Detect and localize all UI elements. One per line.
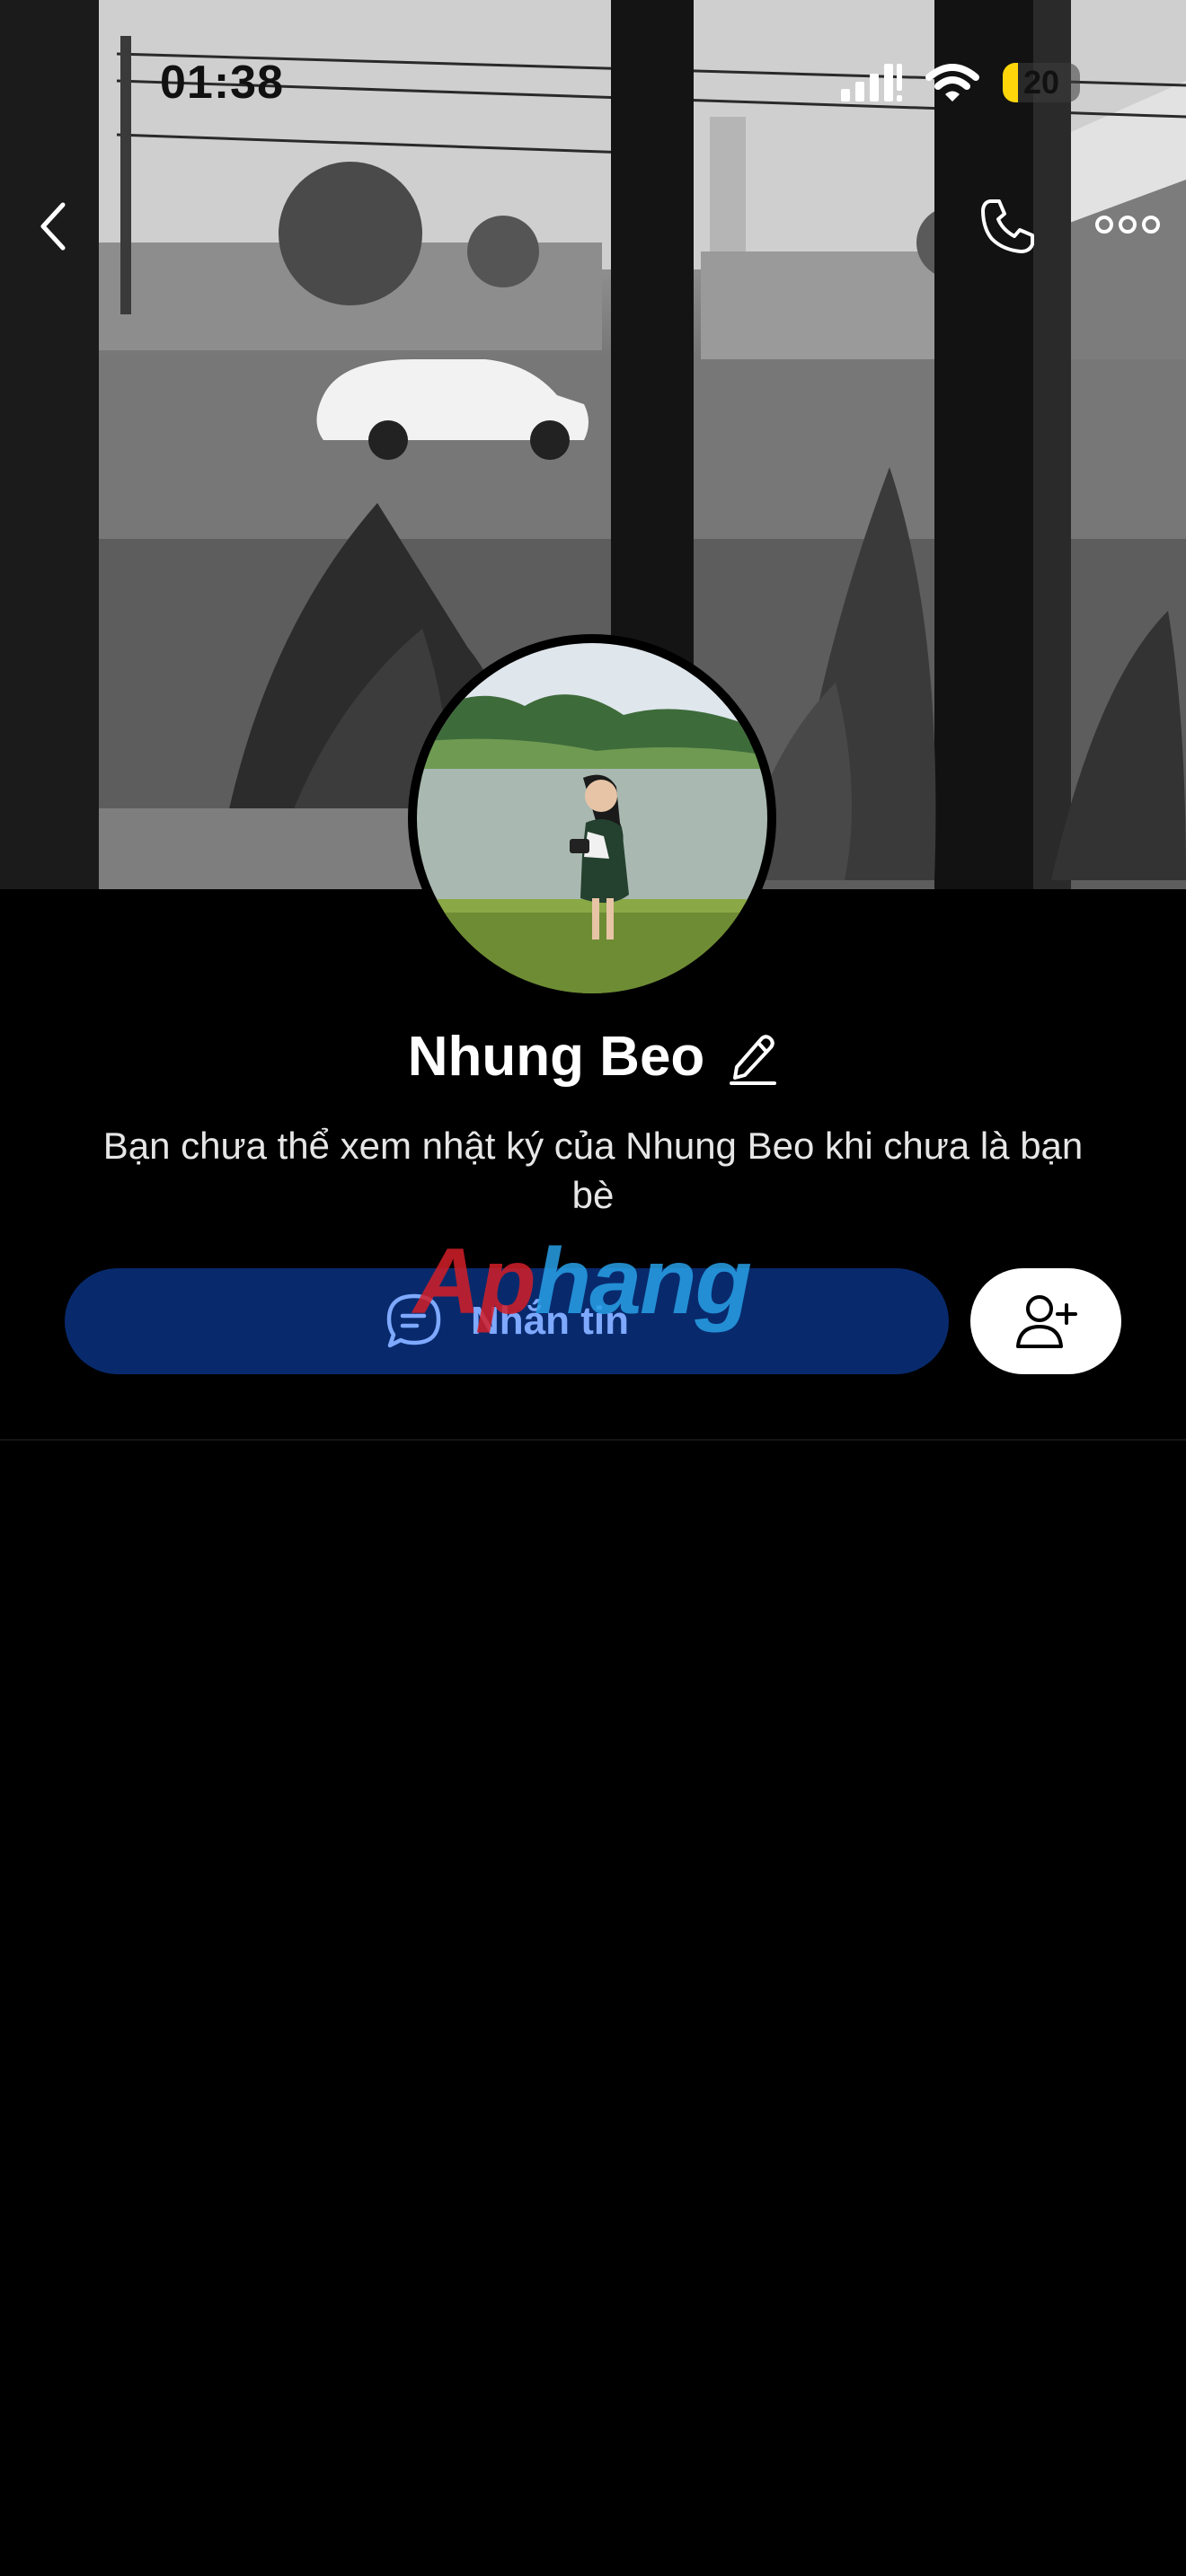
battery-indicator: 20 (1003, 63, 1080, 102)
profile-name-row: Nhung Beo (0, 1019, 1186, 1094)
message-button-label: Nhắn tin (471, 1299, 629, 1343)
profile-screen: 01:38 20 Nhung Beo Bạn chưa thể xem nhật… (0, 0, 1186, 2576)
avatar-photo (417, 643, 767, 993)
message-button[interactable]: Nhắn tin (65, 1268, 949, 1374)
battery-fill (1003, 63, 1019, 102)
pencil-icon[interactable] (728, 1028, 778, 1085)
battery-level: 20 (1022, 64, 1060, 101)
friends-only-notice: Bạn chưa thể xem nhật ký của Nhung Beo k… (102, 1125, 1084, 1216)
avatar-illustration (417, 643, 767, 993)
add-friend-button[interactable] (970, 1268, 1121, 1374)
profile-name: Nhung Beo (407, 1025, 705, 1088)
status-indicators: 20 (841, 63, 1080, 102)
wifi-icon (925, 64, 979, 101)
avatar[interactable] (408, 634, 776, 1002)
phone-icon[interactable] (978, 196, 1039, 257)
chat-bubble-icon (386, 1293, 441, 1348)
status-time: 01:38 (160, 57, 284, 109)
chevron-left-icon[interactable] (32, 199, 75, 253)
more-horizontal-icon[interactable] (1094, 208, 1161, 241)
cellular-signal-icon (841, 64, 902, 101)
section-divider (0, 1439, 1186, 1441)
add-friend-icon (1016, 1295, 1077, 1348)
